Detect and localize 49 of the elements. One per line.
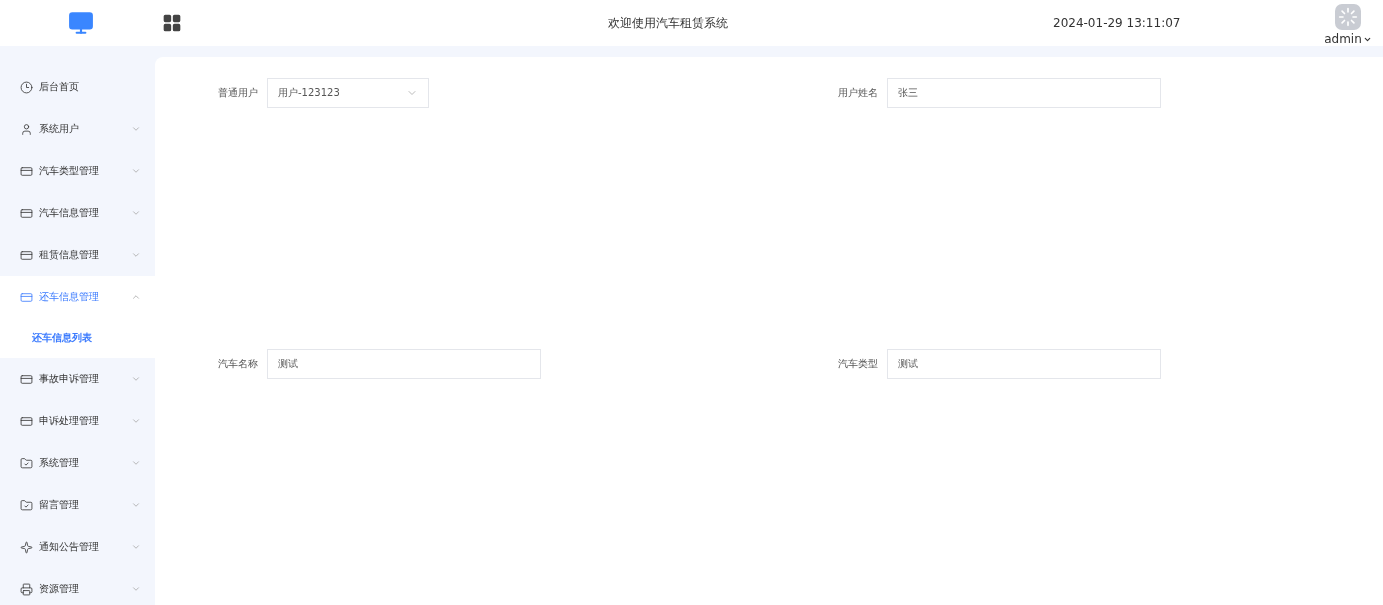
field-label: 汽车名称	[217, 357, 259, 371]
user-menu[interactable]: admin	[1324, 32, 1372, 46]
user-icon	[20, 122, 33, 136]
monitor-logo-icon	[68, 10, 94, 36]
chevron-down-icon	[131, 250, 141, 260]
card-icon	[20, 290, 33, 304]
clock-icon	[20, 80, 33, 94]
input-field[interactable]: 测试	[887, 349, 1161, 379]
chevron-down-icon	[131, 500, 141, 510]
sidebar-item[interactable]: 资源管理	[0, 568, 155, 605]
input-field[interactable]: 张三	[887, 78, 1161, 108]
chevron-down-icon	[131, 208, 141, 218]
sparkle-icon	[20, 540, 33, 554]
field-label: 汽车类型	[837, 357, 879, 371]
sidebar-item[interactable]: 还车信息管理	[0, 276, 155, 318]
field-label: 普通用户	[217, 86, 259, 100]
chevron-down-icon	[131, 542, 141, 552]
sidebar-item[interactable]: 后台首页	[0, 66, 155, 108]
system-title: 欢迎使用汽车租赁系统	[606, 14, 729, 32]
sidebar-item[interactable]: 汽车信息管理	[0, 192, 155, 234]
card-icon	[20, 248, 33, 262]
sidebar-item[interactable]: 申诉处理管理	[0, 400, 155, 442]
card-icon	[20, 206, 33, 220]
sidebar-item[interactable]: 事故申诉管理	[0, 358, 155, 400]
chevron-down-icon	[131, 584, 141, 594]
chevron-down-icon	[131, 458, 141, 468]
sidebar-item[interactable]: 留言管理	[0, 484, 155, 526]
sidebar-item[interactable]: 系统管理	[0, 442, 155, 484]
folder-icon	[20, 456, 33, 470]
card-icon	[20, 372, 33, 386]
card-icon	[20, 164, 33, 178]
field-label: 用户姓名	[837, 86, 879, 100]
sidebar-subitem[interactable]: 还车信息列表	[0, 318, 155, 358]
chevron-down-icon	[131, 166, 141, 176]
sidebar-item[interactable]: 通知公告管理	[0, 526, 155, 568]
chevron-down-icon	[131, 124, 141, 134]
grid-menu-icon[interactable]	[162, 13, 182, 33]
sidebar-item[interactable]: 租赁信息管理	[0, 234, 155, 276]
sidebar-item[interactable]: 系统用户	[0, 108, 155, 150]
chevron-down-icon	[131, 416, 141, 426]
chevron-down-icon	[131, 374, 141, 384]
chevron-up-icon	[131, 292, 141, 302]
date-time: 2024-01-29 13:11:07	[1053, 16, 1182, 30]
card-icon	[20, 414, 33, 428]
printer-icon	[20, 582, 33, 596]
sidebar-item[interactable]: 汽车类型管理	[0, 150, 155, 192]
select-field[interactable]: 用户-123123	[267, 78, 429, 108]
folder-icon	[20, 498, 33, 512]
input-field[interactable]: 测试	[267, 349, 541, 379]
